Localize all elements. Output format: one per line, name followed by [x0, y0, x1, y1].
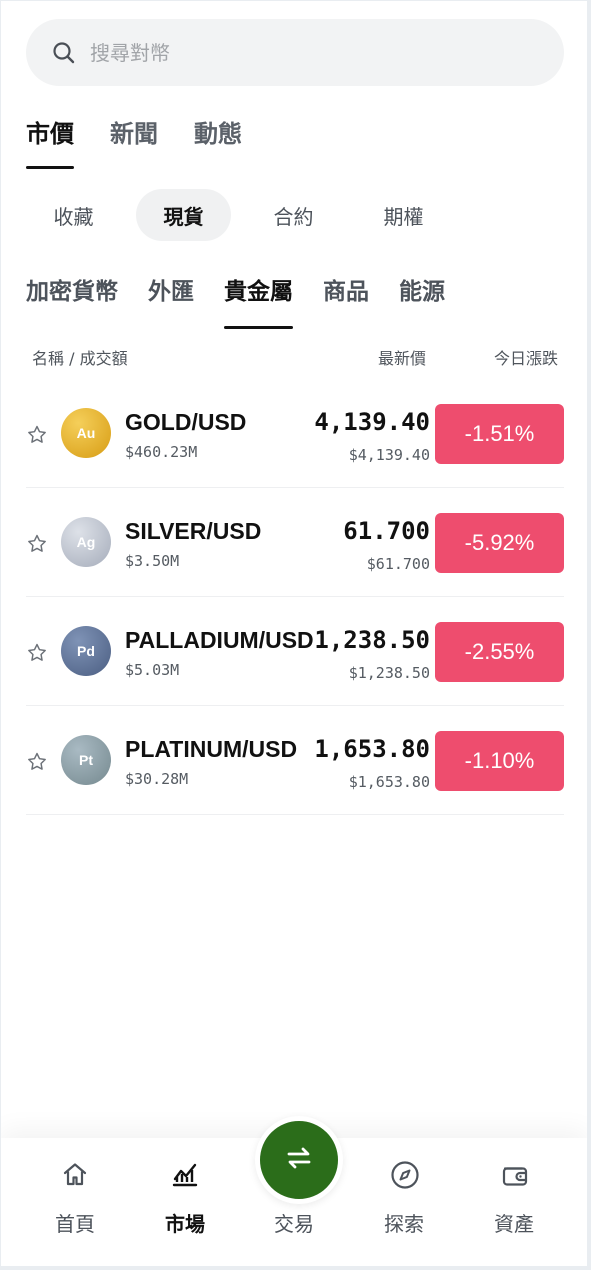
column-header-price[interactable]: 最新價	[378, 345, 426, 369]
tab-feed[interactable]: 動態	[194, 114, 242, 169]
tab-precious-metals[interactable]: 貴金屬	[224, 272, 293, 329]
last-price: 4,139.40	[314, 408, 430, 436]
segment-tabs: 收藏 現貨 合約 期權	[26, 189, 466, 241]
nav-assets[interactable]: 資產	[469, 1138, 559, 1266]
coin-symbol: Pd	[77, 643, 95, 659]
app-screen: 市價 新聞 動態 收藏 現貨 合約 期權 加密貨幣 外匯 貴金屬 商品 能源 名…	[1, 1, 587, 1266]
last-price-usd: $4,139.40	[348, 446, 430, 464]
pair-name: SILVER/USD	[125, 518, 262, 544]
home-icon	[61, 1160, 89, 1188]
tab-forex[interactable]: 外匯	[148, 272, 194, 329]
coin-gold-icon: Au	[61, 408, 111, 458]
last-price-usd: $1,653.80	[348, 773, 430, 791]
nav-trade-label: 交易	[274, 1212, 314, 1236]
top-tabs: 市價 新聞 動態	[26, 114, 242, 169]
tab-market-price[interactable]: 市價	[26, 114, 74, 169]
market-row-gold[interactable]: Au GOLD/USD $460.23M 4,139.40 $4,139.40 …	[26, 379, 564, 488]
search-input[interactable]	[88, 39, 512, 66]
tab-options[interactable]: 期權	[356, 189, 451, 241]
coin-silver-icon: Ag	[61, 517, 111, 567]
last-price: 61.700	[343, 517, 430, 545]
compass-icon	[390, 1160, 419, 1189]
change-badge[interactable]: -1.10%	[435, 731, 564, 791]
last-price: 1,238.50	[314, 626, 430, 654]
bottom-nav: 首頁 市場 交易 探索 資產	[1, 1116, 587, 1266]
column-header-name[interactable]: 名稱 / 成交額	[32, 345, 128, 369]
nav-market-label: 市場	[165, 1212, 205, 1236]
coin-symbol: Ag	[76, 534, 96, 550]
tab-favorites[interactable]: 收藏	[26, 189, 121, 241]
wallet-icon	[500, 1160, 528, 1188]
nav-assets-label: 資產	[494, 1212, 534, 1236]
last-price: 1,653.80	[314, 735, 430, 763]
pair-name: GOLD/USD	[125, 409, 247, 435]
nav-explore[interactable]: 探索	[359, 1138, 449, 1266]
star-icon[interactable]	[26, 751, 48, 773]
column-header-change[interactable]: 今日漲跌	[494, 345, 558, 369]
tab-energy[interactable]: 能源	[399, 272, 445, 329]
nav-home-label: 首頁	[55, 1212, 95, 1236]
pair-name: PLATINUM/USD	[125, 736, 298, 762]
last-price-usd: $1,238.50	[348, 664, 430, 682]
change-badge[interactable]: -2.55%	[435, 622, 564, 682]
pair-name: PALLADIUM/USD	[125, 627, 314, 653]
change-badge[interactable]: -1.51%	[435, 404, 564, 464]
last-price-usd: $61.700	[366, 555, 430, 573]
market-row-platinum[interactable]: Pt PLATINUM/USD $30.28M 1,653.80 $1,653.…	[26, 706, 564, 815]
market-row-silver[interactable]: Ag SILVER/USD $3.50M 61.700 $61.700 -5.9…	[26, 488, 564, 597]
tab-crypto[interactable]: 加密貨幣	[26, 272, 118, 329]
trade-volume: $5.03M	[125, 661, 180, 679]
nav-market[interactable]: 市場	[140, 1138, 230, 1266]
trade-volume: $30.28M	[125, 770, 189, 788]
coin-symbol: Pt	[79, 752, 93, 768]
trade-volume: $3.50M	[125, 552, 180, 570]
trade-volume: $460.23M	[125, 443, 198, 461]
tab-futures[interactable]: 合約	[246, 189, 341, 241]
market-chart-icon	[171, 1160, 199, 1188]
star-icon[interactable]	[26, 533, 48, 555]
nav-explore-label: 探索	[384, 1212, 424, 1236]
change-badge[interactable]: -5.92%	[435, 513, 564, 573]
search-bar[interactable]	[26, 19, 564, 86]
search-icon	[52, 41, 76, 65]
tab-commodities[interactable]: 商品	[323, 272, 369, 329]
tab-news[interactable]: 新聞	[110, 114, 158, 169]
coin-platinum-icon: Pt	[61, 735, 111, 785]
star-icon[interactable]	[26, 424, 48, 446]
coin-symbol: Au	[76, 425, 96, 441]
market-list: Au GOLD/USD $460.23M 4,139.40 $4,139.40 …	[26, 379, 564, 815]
category-tabs: 加密貨幣 外匯 貴金屬 商品 能源	[26, 272, 445, 329]
nav-trade[interactable]: 交易	[249, 1138, 339, 1266]
nav-home[interactable]: 首頁	[30, 1138, 120, 1266]
tab-spot[interactable]: 現貨	[136, 189, 231, 241]
market-row-palladium[interactable]: Pd PALLADIUM/USD $5.03M 1,238.50 $1,238.…	[26, 597, 564, 706]
star-icon[interactable]	[26, 642, 48, 664]
coin-palladium-icon: Pd	[61, 626, 111, 676]
